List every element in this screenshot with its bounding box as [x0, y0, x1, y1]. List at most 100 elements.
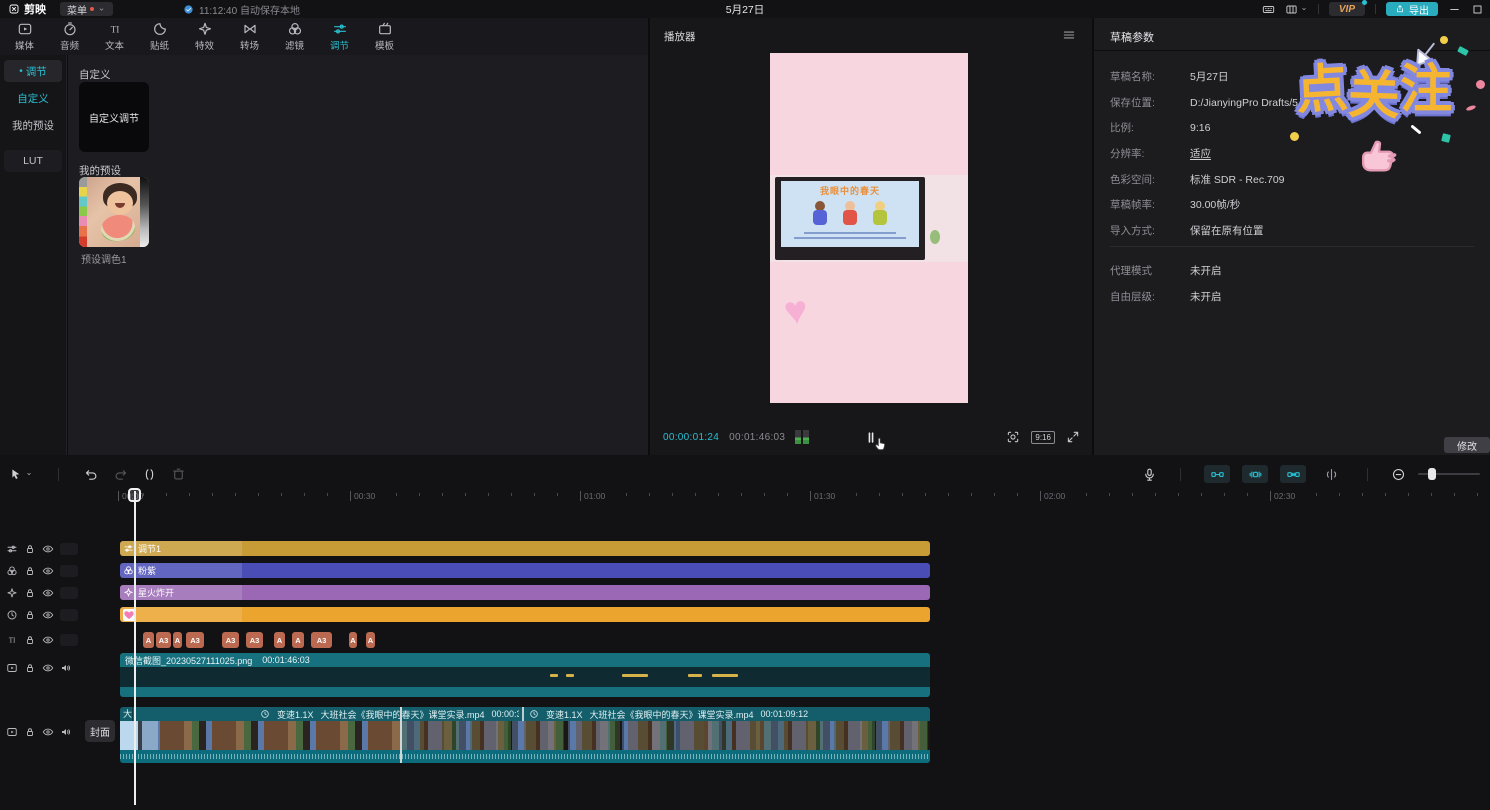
- toolbar-tab[interactable]: 滤镜: [272, 21, 317, 52]
- lock-icon[interactable]: [24, 634, 36, 646]
- delete-icon[interactable]: [171, 467, 186, 482]
- audio-waveform[interactable]: [120, 750, 930, 763]
- video-clip-header[interactable]: 变速1.1X 大班社会《我眼中的春天》课堂实录.mp4 00:00:34:25: [255, 707, 519, 721]
- zoom-out-icon[interactable]: [1391, 467, 1406, 482]
- toolbar-tab[interactable]: 转场: [227, 21, 272, 52]
- video-filmstrip[interactable]: [120, 721, 930, 750]
- clip-boundary[interactable]: [400, 707, 402, 763]
- text-clip[interactable]: A: [292, 632, 304, 648]
- split-clip-icon[interactable]: [142, 467, 157, 482]
- timeline-zoom-slider[interactable]: [1418, 473, 1480, 475]
- toolbar-tab-label: 文本: [105, 38, 124, 52]
- param-value[interactable]: 适应: [1190, 146, 1211, 161]
- menu-button[interactable]: 菜单: [60, 2, 113, 16]
- param-value[interactable]: 30.00帧/秒: [1190, 197, 1240, 212]
- lock-icon[interactable]: [24, 565, 36, 577]
- minimize-button[interactable]: [1448, 3, 1461, 16]
- playhead-handle[interactable]: [128, 488, 141, 502]
- mute-icon[interactable]: [60, 662, 72, 674]
- custom-adjust-tile[interactable]: 自定义调节: [79, 82, 149, 152]
- aspect-ratio-button[interactable]: 9:16: [1031, 431, 1055, 444]
- lock-icon[interactable]: [24, 662, 36, 674]
- effect-clip[interactable]: 星火炸开: [120, 585, 930, 600]
- lock-icon[interactable]: [24, 726, 36, 738]
- toolbar-tab[interactable]: TI 文本: [92, 21, 137, 52]
- sidebar-item[interactable]: 调节: [4, 60, 62, 82]
- text-clip[interactable]: A3: [246, 632, 263, 648]
- sidebar-item[interactable]: 我的预设: [4, 114, 62, 136]
- effect-clip[interactable]: [120, 607, 930, 622]
- main-track-magnet-toggle[interactable]: [1204, 465, 1230, 483]
- visibility-icon[interactable]: [42, 543, 54, 555]
- vip-button[interactable]: VIP: [1329, 2, 1365, 16]
- zoom-slider-handle[interactable]: [1428, 468, 1436, 480]
- effect-clip[interactable]: 粉紫: [120, 563, 930, 578]
- text-clip[interactable]: A3: [156, 632, 171, 648]
- link-toggle[interactable]: [1280, 465, 1306, 483]
- maximize-button[interactable]: [1471, 3, 1484, 16]
- param-value[interactable]: D:/JianyingPro Drafts/5月2: [1190, 95, 1314, 110]
- param-row: 色彩空间: 标准 SDR - Rec.709: [1110, 166, 1480, 192]
- cover-button[interactable]: 封面: [85, 720, 115, 742]
- player-menu-icon[interactable]: [1062, 28, 1076, 42]
- record-voiceover-icon[interactable]: [1142, 467, 1157, 482]
- lock-icon[interactable]: [24, 587, 36, 599]
- playhead[interactable]: [134, 491, 136, 805]
- video-clip-fragment[interactable]: 大: [120, 707, 133, 721]
- export-button[interactable]: 导出: [1386, 2, 1438, 16]
- toolbar-tab[interactable]: 贴纸: [137, 21, 182, 52]
- text-clip[interactable]: A: [143, 632, 154, 648]
- text-clip[interactable]: A: [274, 632, 285, 648]
- text-clip[interactable]: A: [349, 632, 357, 648]
- keyframe-mark[interactable]: [550, 674, 558, 677]
- toolbar-tab[interactable]: 音频: [47, 21, 92, 52]
- chevron-down-icon[interactable]: [25, 470, 33, 478]
- text-clip[interactable]: A3: [222, 632, 239, 648]
- sidebar-item[interactable]: LUT: [4, 150, 62, 172]
- toolbar-tab[interactable]: 特效: [182, 21, 227, 52]
- video-clip-header[interactable]: 变速1.1X 大班社会《我眼中的春天》课堂实录.mp4 00:01:09:12: [522, 707, 930, 721]
- toolbar-tab[interactable]: 模板: [362, 21, 407, 52]
- lock-icon[interactable]: [24, 543, 36, 555]
- visibility-icon[interactable]: [42, 726, 54, 738]
- visibility-icon[interactable]: [42, 565, 54, 577]
- param-value[interactable]: 保留在原有位置: [1190, 223, 1264, 238]
- lock-icon[interactable]: [24, 609, 36, 621]
- keyframe-mark[interactable]: [712, 674, 738, 677]
- image-clip[interactable]: 微信截图_20230527111025.png 00:01:46:03: [120, 653, 930, 697]
- preset-thumbnail[interactable]: [79, 177, 149, 247]
- toolbar-tab[interactable]: 调节: [317, 21, 362, 52]
- visibility-icon[interactable]: [42, 609, 54, 621]
- preview-axis-toggle[interactable]: [1318, 465, 1344, 483]
- param-value[interactable]: 5月27日: [1190, 69, 1229, 84]
- modify-button[interactable]: 修改: [1444, 437, 1490, 453]
- param-value[interactable]: 标准 SDR - Rec.709: [1190, 172, 1285, 187]
- mute-icon[interactable]: [60, 726, 72, 738]
- video-preview[interactable]: 我眼中的春天 ♥: [770, 53, 968, 403]
- text-clip[interactable]: A3: [311, 632, 332, 648]
- chevron-down-icon[interactable]: [1300, 5, 1308, 13]
- fullscreen-icon[interactable]: [1066, 430, 1080, 444]
- auto-snap-toggle[interactable]: [1242, 465, 1268, 483]
- keyframe-mark[interactable]: [688, 674, 702, 677]
- visibility-icon[interactable]: [42, 634, 54, 646]
- text-clip[interactable]: A: [173, 632, 182, 648]
- text-clip[interactable]: A3: [186, 632, 204, 648]
- redo-icon[interactable]: [113, 467, 128, 482]
- sidebar-item[interactable]: 自定义: [4, 87, 62, 109]
- undo-icon[interactable]: [84, 467, 99, 482]
- timeline-ruler[interactable]: 00:00 00:30 01:00 01:30 02:00 02:30: [0, 488, 1490, 504]
- preview-quality-icon[interactable]: [1006, 430, 1020, 444]
- keyframe-mark[interactable]: [566, 674, 574, 677]
- select-tool-icon[interactable]: [8, 467, 23, 482]
- shortcuts-icon[interactable]: [1262, 3, 1275, 16]
- toolbar-tab[interactable]: 媒体: [2, 21, 47, 52]
- param-value[interactable]: 9:16: [1190, 122, 1210, 134]
- visibility-icon[interactable]: [42, 662, 54, 674]
- keyframe-mark[interactable]: [622, 674, 648, 677]
- slide-text-line: [804, 232, 896, 234]
- layout-icon[interactable]: [1285, 3, 1298, 16]
- effect-clip[interactable]: 调节1: [120, 541, 930, 556]
- visibility-icon[interactable]: [42, 587, 54, 599]
- text-clip[interactable]: A: [366, 632, 375, 648]
